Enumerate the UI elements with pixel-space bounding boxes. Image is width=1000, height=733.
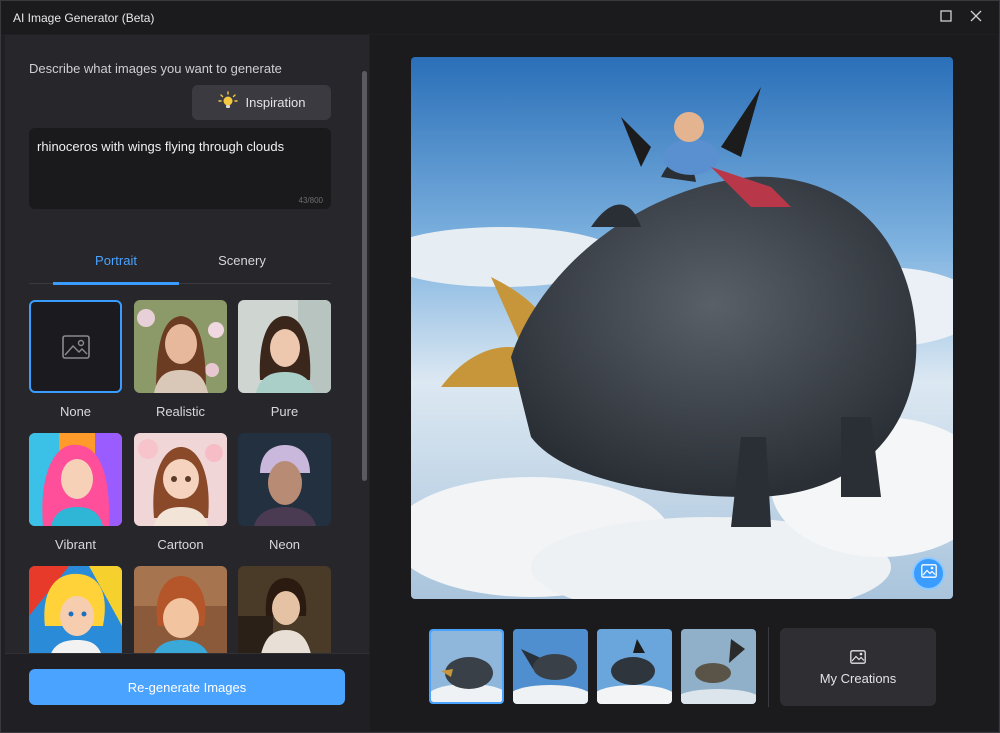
active-tab-indicator bbox=[53, 282, 179, 285]
style-card-pure[interactable] bbox=[238, 300, 331, 393]
style-label: Cartoon bbox=[157, 537, 204, 552]
3d-portrait-image bbox=[134, 566, 227, 653]
image-options-button[interactable] bbox=[912, 557, 945, 590]
gallery-icon bbox=[850, 650, 866, 669]
style-card-realistic[interactable] bbox=[134, 300, 227, 393]
style-label: Pure bbox=[270, 404, 299, 419]
lightbulb-icon bbox=[217, 91, 238, 114]
tab-scenery[interactable]: Scenery bbox=[179, 253, 305, 268]
image-icon bbox=[920, 564, 937, 583]
inspiration-button[interactable]: Inspiration bbox=[192, 85, 331, 120]
neon-portrait-image bbox=[238, 433, 331, 526]
thumbnail-2[interactable] bbox=[513, 629, 588, 704]
prompt-textarea[interactable]: rhinoceros with wings flying through clo… bbox=[29, 128, 331, 209]
oil-painting-portrait-image bbox=[238, 566, 331, 653]
thumbnail-image bbox=[597, 629, 672, 704]
maximize-icon bbox=[940, 9, 952, 27]
style-label: Vibrant bbox=[55, 537, 96, 552]
preview-panel: My Creations bbox=[370, 35, 998, 731]
image-placeholder-icon bbox=[62, 335, 90, 364]
thumbnail-4[interactable] bbox=[681, 629, 756, 704]
cartoon-portrait-image bbox=[134, 433, 227, 526]
app-window: AI Image Generator (Beta) Describe what … bbox=[0, 0, 1000, 733]
settings-panel: Describe what images you want to generat… bbox=[5, 35, 369, 731]
my-creations-button[interactable]: My Creations bbox=[780, 628, 936, 706]
close-icon bbox=[970, 9, 982, 27]
thumbnail-image bbox=[513, 629, 588, 704]
style-card-3d[interactable] bbox=[134, 566, 227, 653]
style-card-neon[interactable] bbox=[238, 433, 331, 526]
thumbnail-image bbox=[681, 629, 756, 704]
pure-portrait-image bbox=[238, 300, 331, 393]
style-card-comic[interactable] bbox=[29, 566, 122, 653]
divider bbox=[768, 627, 769, 707]
maximize-button[interactable] bbox=[933, 5, 959, 31]
window-title: AI Image Generator (Beta) bbox=[13, 11, 155, 25]
character-counter: 43/800 bbox=[298, 196, 323, 205]
vibrant-portrait-image bbox=[29, 433, 122, 526]
style-card-vibrant[interactable] bbox=[29, 433, 122, 526]
comic-portrait-image bbox=[29, 566, 122, 653]
title-bar: AI Image Generator (Beta) bbox=[1, 1, 999, 34]
scrollbar[interactable] bbox=[362, 71, 367, 481]
style-card-oil[interactable] bbox=[238, 566, 331, 653]
style-card-cartoon[interactable] bbox=[134, 433, 227, 526]
thumbnail-3[interactable] bbox=[597, 629, 672, 704]
my-creations-label: My Creations bbox=[819, 671, 897, 686]
realistic-portrait-image bbox=[134, 300, 227, 393]
prompt-text[interactable]: rhinoceros with wings flying through clo… bbox=[37, 139, 284, 154]
style-label: None bbox=[59, 404, 92, 419]
describe-label: Describe what images you want to generat… bbox=[29, 61, 282, 76]
thumbnail-1[interactable] bbox=[429, 629, 504, 704]
close-button[interactable] bbox=[963, 5, 989, 31]
inspiration-label: Inspiration bbox=[245, 95, 306, 110]
thumbnail-image bbox=[431, 631, 502, 702]
generated-image-preview[interactable] bbox=[411, 57, 953, 599]
tab-portrait[interactable]: Portrait bbox=[53, 253, 179, 268]
rhinoceros-image bbox=[411, 57, 953, 599]
style-card-none[interactable] bbox=[29, 300, 122, 393]
style-tabs: Portrait Scenery bbox=[29, 242, 331, 285]
style-label: Realistic bbox=[155, 404, 206, 419]
style-label: Neon bbox=[268, 537, 301, 552]
regenerate-images-button[interactable]: Re-generate Images bbox=[29, 669, 345, 705]
